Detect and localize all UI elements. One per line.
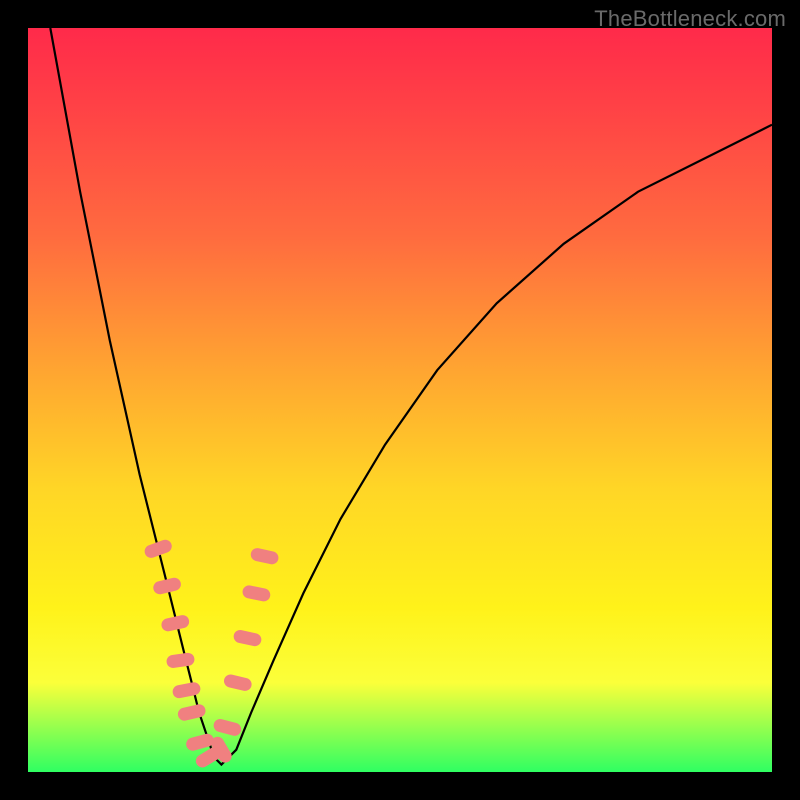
marker-point [152,576,182,595]
bottleneck-curve [50,28,772,765]
marker-point [241,584,271,602]
marker-point [171,681,201,699]
curve-layer [50,28,772,765]
marker-point [160,614,190,633]
watermark-text: TheBottleneck.com [594,6,786,32]
marker-point [166,652,196,669]
chart-svg [28,28,772,772]
marker-point [232,629,262,648]
chart-frame: TheBottleneck.com [0,0,800,800]
plot-area [28,28,772,772]
marker-point [143,538,174,560]
marker-point [250,547,280,566]
marker-point [212,718,242,738]
marker-point [223,673,253,692]
